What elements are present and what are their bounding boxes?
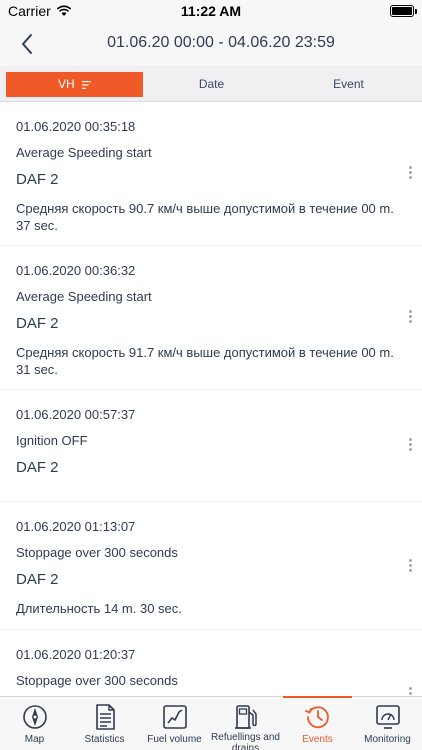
more-options-icon[interactable] — [402, 308, 418, 330]
list-item[interactable]: 01.06.2020 01:13:07 Stoppage over 300 se… — [0, 502, 422, 629]
tab-map[interactable]: Map — [0, 697, 69, 750]
list-item[interactable]: 01.06.2020 00:57:37 Ignition OFF DAF 2 — [0, 390, 422, 501]
sort-tab-date[interactable]: Date — [143, 72, 280, 97]
vehicle-name: DAF 2 — [16, 315, 59, 332]
fuel-pump-icon — [234, 705, 257, 729]
tab-refuellings-and-drains[interactable]: Refuellings and drains — [211, 697, 280, 750]
event-description: Средняя скорость 91.7 км/ч выше допустим… — [16, 345, 394, 377]
clock-history-icon — [304, 706, 329, 729]
navigation-bar: 01.06.20 00:00 - 04.06.20 23:59 — [0, 22, 422, 66]
sort-tab-vh[interactable]: VH — [6, 72, 143, 97]
tab-label: Monitoring — [364, 734, 411, 745]
event-date: 01.06.2020 00:35:18 — [16, 119, 136, 134]
tab-label: Statistics — [84, 734, 125, 745]
event-type: Average Speeding start — [16, 289, 152, 304]
chevron-left-icon — [22, 34, 32, 54]
list-item[interactable]: 01.06.2020 00:36:32 Average Speeding sta… — [0, 246, 422, 389]
tab-label: Map — [24, 734, 45, 745]
more-options-icon[interactable] — [402, 164, 418, 186]
tab-statistics[interactable]: Statistics — [70, 697, 139, 750]
event-description: Средняя скорость 90.7 км/ч выше допустим… — [16, 201, 394, 233]
list-item[interactable]: 01.06.2020 00:35:18 Average Speeding sta… — [0, 102, 422, 245]
active-tab-indicator — [283, 696, 352, 698]
vehicle-name: DAF 2 — [16, 459, 59, 476]
tab-events[interactable]: Events — [283, 696, 352, 750]
event-list: 01.06.2020 00:35:18 Average Speeding sta… — [0, 102, 422, 696]
tab-label: Fuel volume — [147, 734, 202, 745]
event-date: 01.06.2020 01:20:37 — [16, 647, 136, 662]
sort-tab-label: VH — [57, 77, 75, 91]
event-date: 01.06.2020 00:36:32 — [16, 263, 136, 278]
tab-monitoring[interactable]: Monitoring — [353, 697, 422, 750]
status-bar: Carrier 11:22 AM — [0, 0, 422, 22]
sort-tab-event[interactable]: Event — [280, 72, 417, 97]
event-type: Ignition OFF — [16, 433, 88, 448]
clock: 11:22 AM — [180, 3, 242, 19]
event-date: 01.06.2020 01:13:07 — [16, 519, 136, 534]
bottom-tab-bar: Map Statistics Fuel volume Refuellings a… — [0, 696, 422, 750]
event-date: 01.06.2020 00:57:37 — [16, 407, 136, 422]
list-item[interactable]: 01.06.2020 01:20:37 Stoppage over 300 se… — [0, 630, 422, 696]
more-options-icon[interactable] — [402, 557, 418, 579]
vehicle-name: DAF 2 — [16, 571, 59, 588]
event-type: Stoppage over 300 seconds — [16, 545, 178, 560]
event-type: Stoppage over 300 seconds — [16, 673, 178, 688]
battery-icon — [390, 5, 417, 17]
compass-icon — [22, 705, 47, 729]
vehicle-name: DAF 2 — [16, 171, 59, 188]
document-icon — [95, 704, 115, 730]
tab-label: Events — [302, 734, 333, 745]
sort-segmented-control: VH Date Event — [0, 66, 422, 102]
more-options-icon[interactable] — [402, 685, 418, 696]
event-type: Average Speeding start — [16, 145, 152, 160]
tab-label: Refuellings and drains — [211, 732, 280, 750]
monitor-icon — [375, 705, 400, 729]
event-description: Длительность 14 m. 30 sec. — [16, 601, 182, 616]
chart-icon — [162, 705, 187, 729]
back-button[interactable] — [14, 30, 42, 58]
sort-lines-icon — [82, 80, 91, 89]
page-title: 01.06.20 00:00 - 04.06.20 23:59 — [107, 34, 335, 51]
more-options-icon[interactable] — [402, 436, 418, 458]
tab-fuel-volume[interactable]: Fuel volume — [140, 697, 209, 750]
